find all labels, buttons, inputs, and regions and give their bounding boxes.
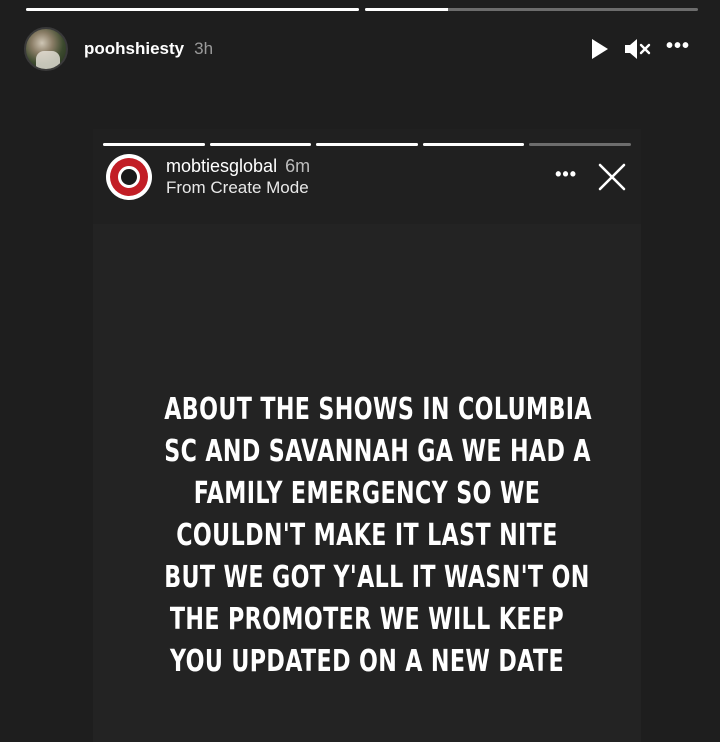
play-icon	[591, 39, 608, 59]
story-text-line: BUT WE GOT Y'ALL IT WASN'T ON	[164, 560, 590, 595]
story-text-block: ABOUT THE SHOWS IN COLUMBIA SC AND SAVAN…	[164, 389, 592, 683]
inner-progress-segment-4	[422, 143, 525, 146]
close-icon	[598, 163, 626, 191]
more-options-icon: •••	[555, 163, 577, 184]
story-text-line: COULDN'T MAKE IT LAST NITE	[176, 518, 558, 553]
inner-avatar[interactable]	[106, 154, 152, 200]
outer-progress-segment-2	[365, 8, 698, 11]
outer-progress-segment-1	[26, 8, 359, 11]
outer-controls: •••	[590, 36, 690, 60]
brand-logo-center	[118, 166, 140, 188]
inner-progress-segment-1	[103, 143, 205, 146]
outer-timestamp: 3h	[194, 39, 214, 58]
outer-avatar[interactable]	[24, 27, 68, 71]
inner-progress-fill-4	[422, 143, 525, 146]
muted-speaker-icon	[624, 39, 651, 59]
inner-progress-segment-3	[316, 143, 418, 146]
more-options-icon: •••	[665, 35, 690, 57]
inner-progress-segment-5	[529, 143, 631, 146]
inner-story-meta: mobtiesglobal 6m From Create Mode	[166, 156, 310, 198]
brand-logo-ring	[110, 158, 148, 196]
inner-progress-fill-3	[316, 143, 418, 146]
mute-button[interactable]	[624, 38, 652, 60]
outer-progress-fill-2	[365, 8, 449, 11]
outer-progress-fill-1	[26, 8, 359, 11]
inner-timestamp: 6m	[285, 156, 311, 176]
outer-story-progress	[26, 8, 698, 11]
close-button[interactable]	[597, 162, 627, 192]
outer-story-header: poohshiesty 3h •••	[24, 27, 690, 71]
outer-username[interactable]: poohshiesty	[84, 39, 184, 59]
inner-more-options-button[interactable]: •••	[555, 164, 577, 185]
story-text-line: THE PROMOTER WE WILL KEEP	[169, 602, 565, 637]
inner-controls: •••	[555, 162, 627, 192]
inner-username[interactable]: mobtiesglobal	[166, 156, 277, 177]
inner-progress-fill-2	[209, 143, 312, 146]
inner-story-header: mobtiesglobal 6m From Create Mode •••	[106, 154, 627, 200]
story-text-line: YOU UPDATED ON A NEW DATE	[169, 644, 565, 679]
inner-title-row: mobtiesglobal 6m	[166, 156, 310, 177]
story-text-line: FAMILY EMERGENCY SO WE	[193, 476, 541, 511]
inner-subtitle: From Create Mode	[166, 178, 309, 197]
inner-progress-segment-2	[209, 143, 312, 146]
more-options-button[interactable]: •••	[666, 36, 690, 56]
story-text-line: ABOUT THE SHOWS IN COLUMBIA	[164, 392, 592, 427]
story-text-line: SC AND SAVANNAH GA WE HAD A	[164, 434, 591, 469]
inner-progress-fill-1	[103, 143, 205, 146]
play-button[interactable]	[590, 38, 610, 60]
inner-story-progress	[103, 143, 631, 146]
shared-story-card[interactable]: mobtiesglobal 6m From Create Mode ••• AB…	[93, 129, 641, 742]
